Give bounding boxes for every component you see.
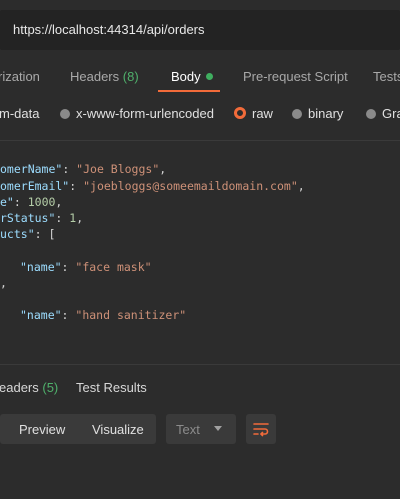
headers-count: (8) xyxy=(122,69,139,84)
url-bar[interactable]: https://localhost:44314/api/orders xyxy=(0,10,400,50)
json-key: omerName" xyxy=(0,162,63,176)
editor-line: "name": "hand sanitizer" xyxy=(20,308,187,322)
radio-urlencoded-label: x-www-form-urlencoded xyxy=(76,106,214,121)
editor-line: omerName": "Joe Bloggs", xyxy=(0,162,167,176)
json-value: 1000 xyxy=(27,195,56,209)
response-headers-count: (5) xyxy=(42,380,59,395)
json-key: "name" xyxy=(20,260,62,274)
radio-circle-icon xyxy=(60,109,70,119)
body-editor[interactable]: omerName": "Joe Bloggs", omerEmail": "jo… xyxy=(0,150,400,360)
preview-button[interactable]: Preview xyxy=(19,422,65,437)
editor-line: , xyxy=(0,276,7,290)
tab-body-label: Body xyxy=(171,69,201,84)
editor-line: omerEmail": "joebloggs@someemaildomain.c… xyxy=(0,179,305,193)
json-key: "name" xyxy=(20,308,62,322)
editor-line: ucts": [ xyxy=(0,227,56,241)
editor-line: e": 1000, xyxy=(0,195,63,209)
radio-selected-icon xyxy=(234,107,246,119)
json-punct: , xyxy=(0,276,7,290)
response-headers-label: eaders xyxy=(0,380,39,395)
tab-headers-label: Headers xyxy=(70,69,120,84)
radio-form-data[interactable]: m-data xyxy=(0,106,39,121)
wrap-lines-icon xyxy=(253,423,269,437)
format-select[interactable]: Text xyxy=(166,414,236,444)
json-key: rStatus" xyxy=(0,211,56,225)
radio-x-www-form-urlencoded[interactable]: x-www-form-urlencoded xyxy=(60,106,214,121)
json-key: ucts" xyxy=(0,227,35,241)
tab-authorization[interactable]: rization xyxy=(0,69,40,84)
tab-headers[interactable]: Headers (8) xyxy=(70,69,139,84)
body-modified-dot xyxy=(205,73,213,80)
url-input[interactable]: https://localhost:44314/api/orders xyxy=(13,22,205,37)
json-value: "Joe Bloggs" xyxy=(76,162,160,176)
radio-circle-icon xyxy=(366,109,376,119)
response-tab-test-results[interactable]: Test Results xyxy=(76,380,147,395)
json-value: "face mask" xyxy=(75,260,152,274)
divider xyxy=(0,140,400,141)
request-tabs: rization Headers (8) Body Pre-request Sc… xyxy=(0,60,400,92)
chevron-down-icon xyxy=(214,426,222,431)
tab-body[interactable]: Body xyxy=(171,69,213,84)
radio-circle-icon xyxy=(292,109,302,119)
radio-form-data-label: m-data xyxy=(0,106,40,121)
response-tab-headers[interactable]: eaders (5) xyxy=(0,380,58,395)
radio-raw-label: raw xyxy=(252,106,273,121)
wrap-lines-button[interactable] xyxy=(246,414,276,444)
format-select-value: Text xyxy=(176,422,200,437)
visualize-button[interactable]: Visualize xyxy=(92,422,144,437)
radio-binary[interactable]: binary xyxy=(292,106,343,121)
tab-pre-request-script[interactable]: Pre-request Script xyxy=(243,69,348,84)
editor-line: "name": "face mask" xyxy=(20,260,152,274)
tab-tests[interactable]: Tests xyxy=(373,69,400,84)
response-view-switcher: Preview Visualize xyxy=(0,414,156,444)
json-key: e" xyxy=(0,195,14,209)
json-value: "hand sanitizer" xyxy=(75,308,187,322)
radio-raw[interactable]: raw xyxy=(234,106,273,121)
json-value: "joebloggs@someemaildomain.com" xyxy=(83,179,298,193)
divider xyxy=(0,364,400,365)
radio-graphql[interactable]: Gra xyxy=(366,106,400,121)
json-key: omerEmail" xyxy=(0,179,70,193)
body-type-options: m-data x-www-form-urlencoded raw binary … xyxy=(0,102,400,126)
editor-line: rStatus": 1, xyxy=(0,211,84,225)
radio-binary-label: binary xyxy=(308,106,344,121)
radio-graphql-label: Gra xyxy=(382,106,400,121)
active-tab-indicator xyxy=(158,90,220,92)
